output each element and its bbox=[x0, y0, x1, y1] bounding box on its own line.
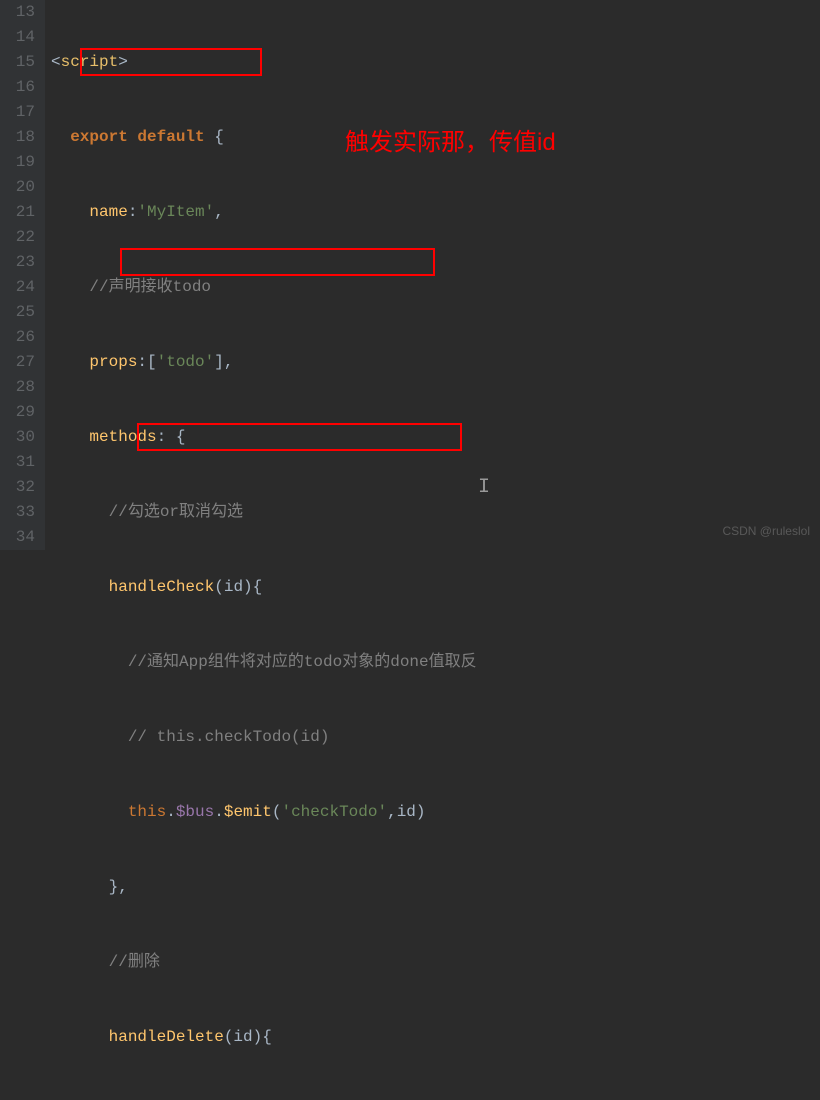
bus-prop: $bus bbox=[176, 803, 214, 821]
text-cursor-icon: I bbox=[478, 475, 490, 500]
methods-key: methods bbox=[89, 428, 156, 446]
line-number: 31 bbox=[5, 450, 35, 475]
props-value: 'todo' bbox=[157, 353, 215, 371]
code-editor[interactable]: 13 14 15 16 17 18 19 20 21 22 23 24 25 2… bbox=[0, 0, 820, 550]
close-brace: }, bbox=[109, 878, 128, 896]
name-value: 'MyItem' bbox=[137, 203, 214, 221]
comment: // this.checkTodo(id) bbox=[128, 728, 330, 746]
watermark: CSDN @ruleslol bbox=[722, 519, 810, 544]
comment: //声明接收todo bbox=[89, 278, 211, 296]
script-tag: script bbox=[61, 53, 119, 71]
line-number: 20 bbox=[5, 175, 35, 200]
line-number: 16 bbox=[5, 75, 35, 100]
line-number: 17 bbox=[5, 100, 35, 125]
props-key: props bbox=[89, 353, 137, 371]
emit-fn: $emit bbox=[224, 803, 272, 821]
line-number: 14 bbox=[5, 25, 35, 50]
line-number: 29 bbox=[5, 400, 35, 425]
line-number: 18 bbox=[5, 125, 35, 150]
line-number: 28 bbox=[5, 375, 35, 400]
line-number: 22 bbox=[5, 225, 35, 250]
fn-handlecheck: handleCheck bbox=[109, 578, 215, 596]
default-kw: default bbox=[137, 128, 204, 146]
line-number: 26 bbox=[5, 325, 35, 350]
tag-open: < bbox=[51, 53, 61, 71]
line-number: 32 bbox=[5, 475, 35, 500]
line-number: 19 bbox=[5, 150, 35, 175]
this-kw: this bbox=[128, 803, 166, 821]
line-number: 13 bbox=[5, 0, 35, 25]
line-number: 23 bbox=[5, 250, 35, 275]
line-number: 15 bbox=[5, 50, 35, 75]
line-gutter: 13 14 15 16 17 18 19 20 21 22 23 24 25 2… bbox=[0, 0, 45, 550]
line-number: 24 bbox=[5, 275, 35, 300]
brace: { bbox=[205, 128, 224, 146]
line-number: 30 bbox=[5, 425, 35, 450]
comment: //通知App组件将对应的todo对象的done值取反 bbox=[128, 653, 477, 671]
comment: //删除 bbox=[109, 953, 160, 971]
export-kw: export bbox=[70, 128, 128, 146]
line-number: 25 bbox=[5, 300, 35, 325]
event-name: 'checkTodo' bbox=[281, 803, 387, 821]
name-key: name bbox=[89, 203, 127, 221]
tag-close: > bbox=[118, 53, 128, 71]
line-number: 34 bbox=[5, 525, 35, 550]
line-number: 27 bbox=[5, 350, 35, 375]
line-number: 21 bbox=[5, 200, 35, 225]
code-area[interactable]: <script> export default { name:'MyItem',… bbox=[45, 0, 483, 550]
line-number: 33 bbox=[5, 500, 35, 525]
fn-handledelete: handleDelete bbox=[109, 1028, 224, 1046]
comment: //勾选or取消勾选 bbox=[109, 503, 243, 521]
